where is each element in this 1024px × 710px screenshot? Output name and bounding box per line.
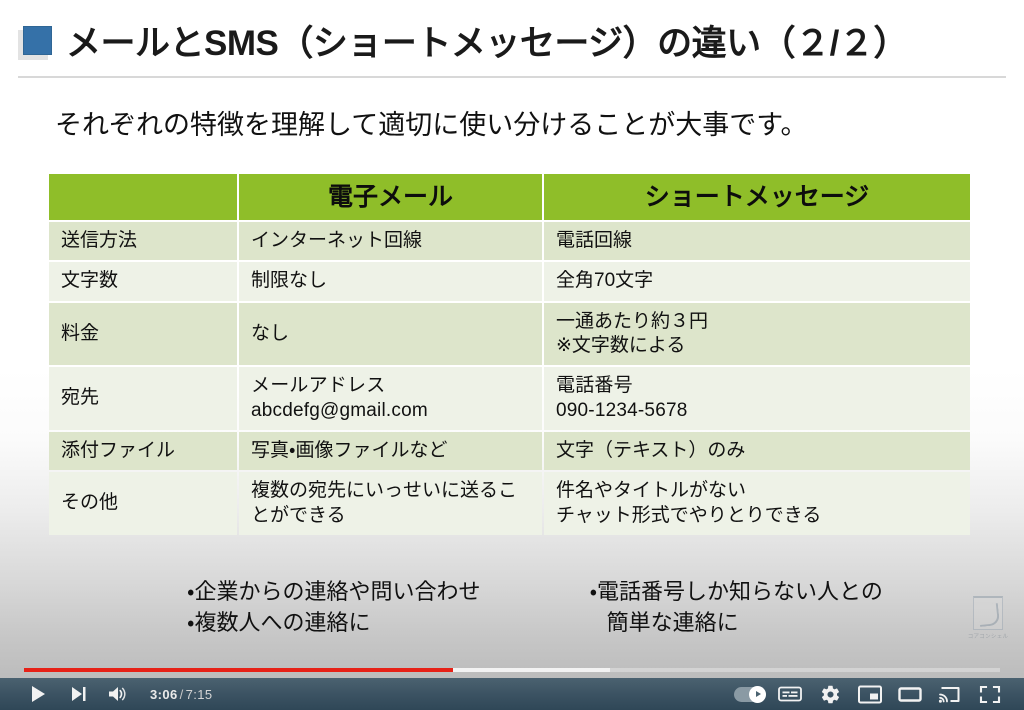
fullscreen-button[interactable]: [970, 678, 1010, 710]
usage-notes-email: ・企業からの連絡や問い合わせ ・複数人への連絡に: [187, 576, 528, 638]
row-sms-value: 全角70文字: [544, 262, 970, 301]
row-sms-value: 文字（テキスト）のみ: [544, 431, 970, 471]
row-email-line1: メールアドレス: [251, 375, 386, 397]
theater-mode-button[interactable]: [890, 678, 930, 710]
table-header-email: 電子メール: [239, 174, 542, 220]
title-divider: [18, 76, 1006, 78]
current-time: 3:06: [150, 686, 178, 702]
settings-button[interactable]: [810, 678, 850, 710]
table-header-row: 電子メール ショートメッセージ: [49, 174, 970, 220]
table-row: その他 複数の宛先にいっせいに送るこ とができる 件名やタイトルがない チャット…: [49, 472, 970, 535]
total-time: 7:15: [185, 686, 213, 702]
theater-mode-icon: [898, 685, 922, 704]
table-row: 宛先 メールアドレス abcdefg@gmail.com 電話番号 090-12…: [49, 367, 970, 430]
row-email-value: 写真・画像ファイルなど: [239, 431, 542, 471]
blue-square-bullet-icon: [18, 26, 52, 60]
row-sms-line1: 電話番号: [556, 375, 633, 397]
row-sms-value: 電話番号 090-1234-5678: [544, 367, 970, 430]
row-label: 料金: [49, 302, 237, 366]
autoplay-toggle-button[interactable]: [730, 678, 770, 710]
row-label: 添付ファイル: [49, 431, 237, 471]
progress-track[interactable]: [24, 668, 1000, 672]
time-display: 3:06/7:15: [150, 687, 213, 702]
player-controls: 3:06/7:15: [0, 678, 1024, 710]
page-title: メールとSMS（ショートメッセージ）の違い（２/２）: [66, 23, 908, 63]
table-header-sms: ショートメッセージ: [544, 174, 970, 220]
autoplay-toggle-icon[interactable]: [734, 685, 766, 703]
table-header-blank: [49, 174, 237, 220]
progress-bar-container[interactable]: [0, 662, 1024, 678]
player-controls-left: 3:06/7:15: [0, 678, 213, 710]
table-row: 添付ファイル 写真・画像ファイルなど 文字（テキスト）のみ: [49, 431, 970, 471]
table-row: 送信方法 インターネット回線 電話回線: [49, 222, 970, 261]
progress-played: [24, 668, 454, 672]
usage-notes: ・企業からの連絡や問い合わせ ・複数人への連絡に ・電話番号しか知らない人との …: [47, 576, 968, 638]
watermark-logo-icon: [973, 596, 1003, 630]
row-sms-line1: 件名やタイトルがない: [556, 480, 747, 502]
brand-watermark: コアコンシェル: [962, 596, 1014, 652]
note-line: 簡単な連絡に: [606, 610, 739, 636]
slide-title-row: メールとSMS（ショートメッセージ）の違い（２/２）: [18, 14, 908, 72]
table-row: 料金 なし 一通あたり約３円 ※文字数による: [49, 302, 970, 366]
volume-button[interactable]: [98, 678, 138, 710]
play-icon: [28, 684, 48, 704]
gear-icon: [820, 684, 841, 705]
row-email-line2: abcdefg@gmail.com: [251, 399, 428, 421]
table-row: 文字数 制限なし 全角70文字: [49, 262, 970, 301]
video-player-viewport: メールとSMS（ショートメッセージ）の違い（２/２） それぞれの特徴を理解して適…: [0, 0, 1024, 710]
next-track-icon: [68, 684, 88, 704]
row-email-value: メールアドレス abcdefg@gmail.com: [239, 367, 542, 430]
row-email-value: インターネット回線: [239, 222, 542, 261]
play-button[interactable]: [18, 678, 58, 710]
row-email-value: 制限なし: [239, 262, 542, 301]
row-label: 文字数: [49, 262, 237, 301]
player-control-bar: 3:06/7:15: [0, 662, 1024, 710]
row-sms-line2: ※文字数による: [556, 334, 686, 356]
row-sms-value: 件名やタイトルがない チャット形式でやりとりできる: [544, 472, 970, 535]
slide-content: メールとSMS（ショートメッセージ）の違い（２/２） それぞれの特徴を理解して適…: [0, 0, 1024, 662]
player-controls-right: [730, 678, 1024, 710]
cast-icon: [938, 685, 962, 704]
slide-subtitle: それぞれの特徴を理解して適切に使い分けることが大事です。: [55, 110, 808, 140]
note-line: ・企業からの連絡や問い合わせ: [187, 579, 481, 604]
subtitles-icon: [778, 685, 802, 703]
miniplayer-icon: [858, 685, 882, 704]
watermark-label: コアコンシェル: [967, 634, 1009, 640]
note-line: ・電話番号しか知らない人との: [589, 579, 883, 604]
row-sms-line2: チャット形式でやりとりできる: [556, 504, 822, 526]
row-email-line2: とができる: [251, 504, 346, 526]
time-separator: /: [179, 686, 184, 702]
note-line: ・複数人への連絡に: [187, 610, 371, 636]
row-label: その他: [49, 472, 237, 535]
row-sms-value: 一通あたり約３円 ※文字数による: [544, 302, 970, 366]
cast-button[interactable]: [930, 678, 970, 710]
fullscreen-icon: [979, 685, 1001, 704]
volume-on-icon: [107, 684, 129, 704]
row-email-value: 複数の宛先にいっせいに送るこ とができる: [239, 472, 542, 535]
miniplayer-button[interactable]: [850, 678, 890, 710]
next-video-button[interactable]: [58, 678, 98, 710]
usage-notes-sms: ・電話番号しか知らない人との 簡単な連絡に: [590, 576, 968, 638]
row-email-line1: 複数の宛先にいっせいに送るこ: [251, 480, 518, 502]
subtitles-button[interactable]: [770, 678, 810, 710]
row-sms-line1: 一通あたり約３円: [556, 310, 709, 332]
comparison-table: 電子メール ショートメッセージ 送信方法 インターネット回線 電話回線 文字数 …: [47, 172, 972, 537]
row-label: 宛先: [49, 367, 237, 430]
row-sms-value: 電話回線: [544, 222, 970, 261]
row-sms-line2: 090-1234-5678: [556, 399, 688, 421]
row-label: 送信方法: [49, 222, 237, 261]
row-email-value: なし: [239, 302, 542, 366]
